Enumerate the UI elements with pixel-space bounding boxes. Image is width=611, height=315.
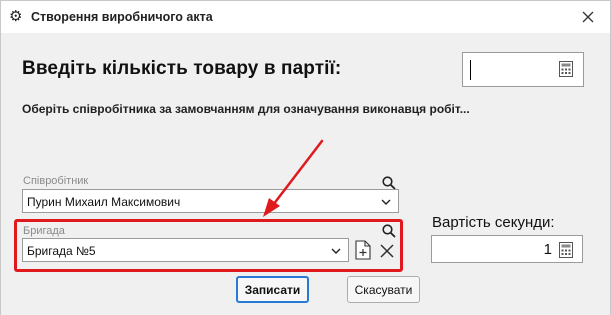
text-caret (470, 60, 471, 80)
cost-value: 1 (543, 241, 552, 258)
dialog-window: ⚙ Створення виробничого акта Введіть кіл… (0, 0, 611, 315)
quantity-input[interactable] (462, 52, 584, 87)
title-bar: ⚙ Створення виробничого акта (1, 1, 610, 33)
close-button[interactable] (574, 5, 602, 29)
brigade-select[interactable]: Бригада №5 (22, 238, 349, 262)
calculator-icon[interactable] (559, 61, 573, 77)
instruction-text: Оберіть співробітника за замовчанням для… (22, 102, 470, 116)
search-icon[interactable] (382, 176, 396, 190)
employee-value: Пурин Михаил Максимович (27, 195, 181, 209)
save-button[interactable]: Записати (236, 276, 309, 303)
brigade-label: Бригада (23, 225, 65, 237)
cost-input[interactable]: 1 (431, 235, 583, 263)
chevron-down-icon (331, 248, 341, 254)
window-title: Створення виробничого акта (31, 10, 213, 24)
new-document-icon[interactable] (354, 240, 372, 260)
cost-label: Вартість секунди: (432, 214, 555, 231)
search-icon[interactable] (382, 224, 396, 238)
calculator-icon[interactable] (559, 242, 573, 258)
employee-select[interactable]: Пурин Михаил Максимович (22, 189, 399, 213)
chevron-down-icon (381, 199, 391, 205)
clear-icon[interactable] (378, 241, 396, 261)
dialog-content: Введіть кількість товару в партії: Обері… (1, 33, 610, 315)
page-title: Введіть кількість товару в партії: (22, 58, 342, 79)
employee-label: Співробітник (23, 175, 89, 187)
cancel-button[interactable]: Скасувати (347, 276, 420, 303)
gear-icon: ⚙ (9, 8, 23, 25)
close-icon (582, 11, 594, 23)
brigade-value: Бригада №5 (27, 244, 96, 258)
